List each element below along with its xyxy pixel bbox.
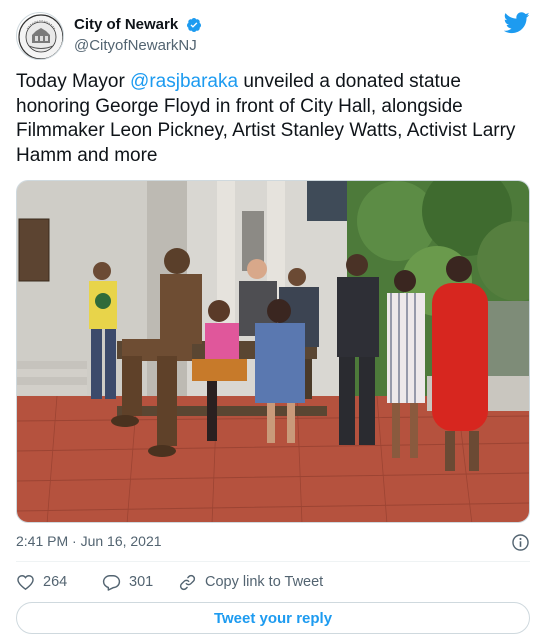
- reply-icon: [102, 574, 121, 591]
- account-handle[interactable]: @CityofNewarkNJ: [74, 37, 202, 54]
- tweet-text: Today Mayor @rasjbaraka unveiled a donat…: [16, 70, 528, 168]
- reply-action[interactable]: 301: [102, 570, 153, 594]
- copy-link-action[interactable]: Copy link to Tweet: [178, 570, 323, 594]
- like-count: 264: [43, 574, 68, 590]
- link-icon: [179, 574, 196, 590]
- tweet-header: City of Newark @CityofNewarkNJ: [16, 12, 532, 60]
- divider: [16, 561, 530, 562]
- tweet-timestamp[interactable]: 2:41 PM · Jun 16, 2021: [16, 533, 162, 549]
- avatar[interactable]: [16, 12, 64, 60]
- tweet-card: City of Newark @CityofNewarkNJ Today May…: [0, 0, 548, 634]
- like-action[interactable]: 264: [16, 570, 67, 594]
- verified-badge-icon: [186, 17, 201, 32]
- mention-link[interactable]: @rasjbaraka: [130, 71, 238, 92]
- tweet-text-start: Today Mayor: [16, 71, 131, 92]
- display-name[interactable]: City of Newark: [74, 16, 178, 33]
- statue-group-photo: [17, 181, 529, 522]
- twitter-bird-icon[interactable]: [504, 12, 530, 34]
- city-seal-icon: [18, 14, 63, 59]
- tweet-reply-button[interactable]: Tweet your reply: [16, 602, 530, 634]
- tweet-photo[interactable]: [16, 180, 530, 523]
- info-icon[interactable]: [511, 533, 530, 552]
- reply-count: 301: [129, 574, 154, 590]
- account-names: City of Newark @CityofNewarkNJ: [74, 16, 202, 54]
- heart-icon: [17, 574, 34, 590]
- copy-link-label: Copy link to Tweet: [205, 574, 324, 590]
- tweet-meta: 2:41 PM · Jun 16, 2021: [16, 533, 530, 555]
- tweet-actions: 264 301 Copy link to Tweet: [16, 570, 530, 594]
